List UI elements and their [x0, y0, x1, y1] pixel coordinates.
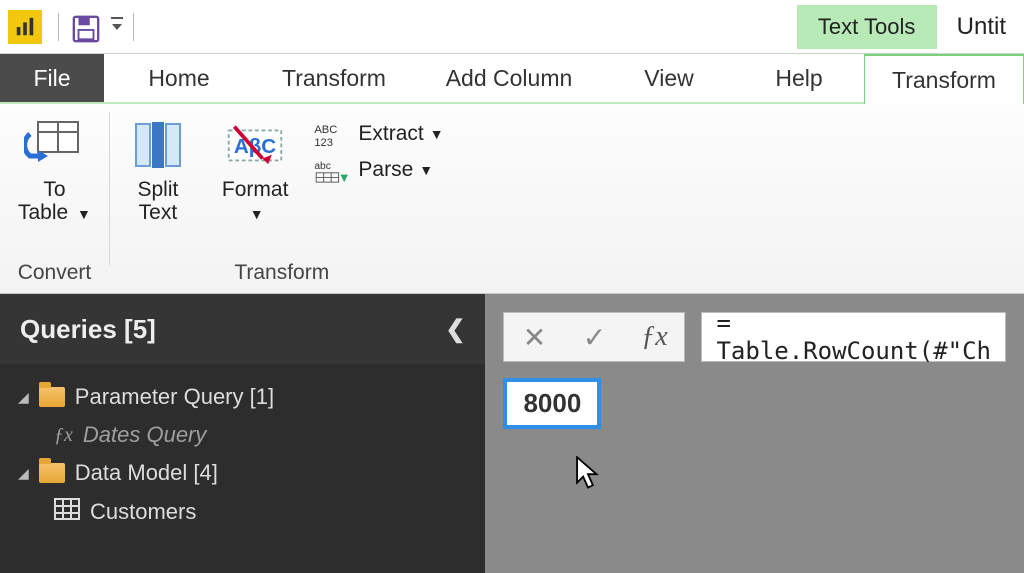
dropdown-caret-icon: ▼ [250, 206, 264, 222]
tab-transform[interactable]: Transform [254, 54, 414, 102]
tree-label: Parameter Query [1] [75, 384, 274, 410]
svg-text:abc: abc [315, 161, 332, 172]
collapse-panel-button[interactable]: ❮ [445, 315, 465, 344]
format-button[interactable]: AβC Format ▼ [214, 110, 297, 228]
app-logo [8, 10, 42, 44]
parse-label: Parse [358, 158, 413, 182]
dropdown-caret-icon: ▼ [430, 126, 444, 142]
formula-input[interactable]: = Table.RowCount(#"Ch [701, 312, 1006, 362]
svg-text:123: 123 [315, 137, 334, 148]
extract-label: Extract [358, 122, 423, 146]
folder-icon [39, 387, 65, 407]
to-table-icon [24, 114, 84, 174]
tree-folder[interactable]: ◢ Data Model [4] [18, 454, 467, 492]
to-table-button[interactable]: To Table ▼ [10, 110, 99, 228]
group-transform: Split Text AβC Format▼ ABC123 Extract ▼ … [110, 104, 454, 293]
lower-area: Queries [5] ❮ ◢ Parameter Query [1] ƒx D… [0, 294, 1024, 573]
qa-customize-dropdown[interactable] [107, 14, 127, 39]
tree-label: Customers [90, 499, 196, 525]
tree-label: Dates Query [83, 422, 207, 448]
queries-tree: ◢ Parameter Query [1] ƒx Dates Query ◢ D… [0, 364, 485, 573]
document-title: Untit [939, 13, 1024, 41]
group-convert: To Table ▼ Convert [0, 104, 109, 293]
queries-panel: Queries [5] ❮ ◢ Parameter Query [1] ƒx D… [0, 294, 485, 573]
ribbon-tabs: File Home Transform Add Column View Help… [0, 54, 1024, 104]
to-table-label: To Table [18, 178, 68, 224]
fx-icon: ƒx [54, 424, 73, 447]
split-text-button[interactable]: Split Text [120, 110, 196, 228]
qa-separator [58, 13, 59, 41]
tab-home[interactable]: Home [104, 54, 254, 102]
parse-icon: abc [314, 156, 352, 184]
queries-header: Queries [5] ❮ [0, 294, 485, 364]
caret-down-icon: ◢ [18, 465, 29, 482]
tab-view[interactable]: View [604, 54, 734, 102]
parse-button[interactable]: abc Parse ▼ [314, 156, 443, 184]
split-text-icon [128, 114, 188, 174]
folder-icon [39, 463, 65, 483]
tab-transform-contextual[interactable]: Transform [864, 54, 1024, 104]
file-tab[interactable]: File [0, 54, 104, 102]
title-bar: Text Tools Untit [0, 0, 1024, 54]
formula-bar-buttons: ✕ ✓ ƒx [503, 312, 685, 362]
qa-separator-2 [133, 13, 134, 41]
format-icon: AβC [225, 114, 285, 174]
formula-accept-button[interactable]: ✓ [564, 321, 624, 354]
tree-function[interactable]: ƒx Dates Query [18, 416, 467, 454]
save-button[interactable] [69, 10, 103, 44]
contextual-tab-header: Text Tools [797, 5, 937, 49]
formula-cancel-button[interactable]: ✕ [504, 321, 564, 354]
format-label: Format [222, 178, 289, 201]
extract-button[interactable]: ABC123 Extract ▼ [314, 120, 443, 148]
tree-label: Data Model [4] [75, 460, 218, 486]
svg-text:AβC: AβC [234, 134, 276, 157]
tree-table[interactable]: Customers [18, 492, 467, 532]
tab-add-column[interactable]: Add Column [414, 54, 604, 102]
split-text-label: Split Text [137, 178, 178, 224]
extract-icon: ABC123 [314, 120, 352, 148]
caret-down-icon: ◢ [18, 389, 29, 406]
dropdown-caret-icon: ▼ [77, 206, 91, 222]
tree-folder[interactable]: ◢ Parameter Query [1] [18, 378, 467, 416]
formula-fx-button[interactable]: ƒx [624, 321, 684, 353]
svg-text:ABC: ABC [315, 124, 338, 136]
table-icon [54, 498, 80, 526]
result-value[interactable]: 8000 [503, 378, 601, 429]
ribbon: To Table ▼ Convert Split Text AβC Format… [0, 104, 1024, 294]
formula-bar: ✕ ✓ ƒx = Table.RowCount(#"Ch [503, 312, 1006, 362]
tab-help[interactable]: Help [734, 54, 864, 102]
preview-panel: ✕ ✓ ƒx = Table.RowCount(#"Ch 8000 [485, 294, 1024, 573]
queries-title: Queries [5] [20, 314, 156, 345]
group-convert-label: Convert [18, 261, 92, 289]
dropdown-caret-icon: ▼ [419, 162, 433, 178]
group-transform-label: Transform [234, 261, 329, 289]
